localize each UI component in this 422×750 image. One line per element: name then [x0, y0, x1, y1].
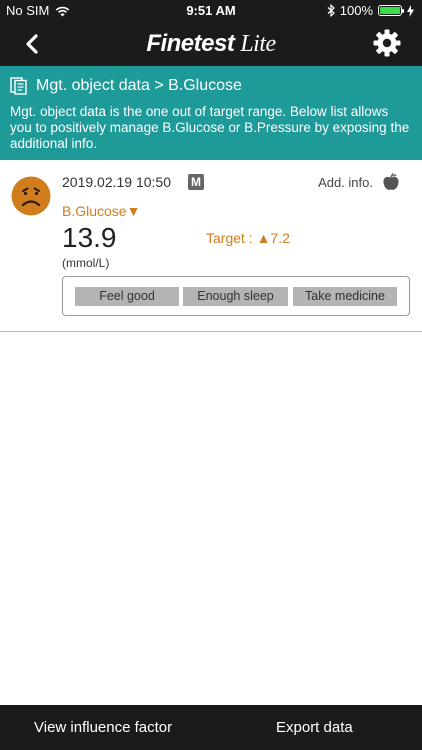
view-influence-factor-button[interactable]: View influence factor — [34, 719, 172, 736]
gear-icon — [373, 29, 401, 57]
glucose-unit: (mmol/L) — [62, 256, 110, 270]
add-info-label[interactable]: Add. info. — [318, 175, 373, 190]
measure-type-dropdown[interactable]: B.Glucose▼ — [62, 203, 140, 219]
tag-feel-good: Feel good — [75, 287, 179, 306]
battery-icon — [378, 5, 404, 16]
additional-info-tags: Feel good Enough sleep Take medicine — [62, 276, 410, 316]
glucose-value: 13.9 — [62, 222, 117, 253]
status-bar: No SIM 9:51 AM 100% — [0, 0, 422, 22]
info-panel: Mgt. object data > B.Glucose Mgt. object… — [0, 66, 422, 160]
info-title-row: Mgt. object data > B.Glucose — [10, 77, 242, 95]
status-right: 100% — [327, 3, 414, 18]
record-datetime: 2019.02.19 10:50 — [62, 174, 171, 190]
logo-main: Finetest — [146, 30, 235, 57]
info-title: Mgt. object data > B.Glucose — [36, 77, 242, 94]
info-description: Mgt. object data is the one out of targe… — [10, 104, 410, 151]
battery-fill — [380, 7, 400, 14]
battery-percent: 100% — [339, 3, 373, 18]
logo-sub: Lite — [240, 31, 276, 57]
tag-take-medicine: Take medicine — [293, 287, 397, 306]
apple-icon[interactable] — [382, 172, 400, 192]
tag-enough-sleep: Enough sleep — [183, 287, 288, 306]
manual-mode-badge: M — [188, 174, 204, 190]
settings-button[interactable] — [372, 28, 402, 58]
document-icon — [10, 77, 27, 95]
nav-bar: Finetest Lite — [0, 22, 422, 66]
bottom-toolbar: View influence factor Export data — [0, 705, 422, 750]
record-card[interactable]: 2019.02.19 10:50 M Add. info. B.Glucose▼… — [0, 160, 422, 332]
target-value: Target : ▲7.2 — [206, 230, 290, 246]
export-data-button[interactable]: Export data — [276, 719, 353, 736]
sad-face-icon — [11, 176, 51, 216]
bluetooth-icon — [327, 4, 335, 17]
charging-bolt-icon — [407, 4, 414, 17]
app-logo: Finetest Lite — [0, 30, 422, 58]
